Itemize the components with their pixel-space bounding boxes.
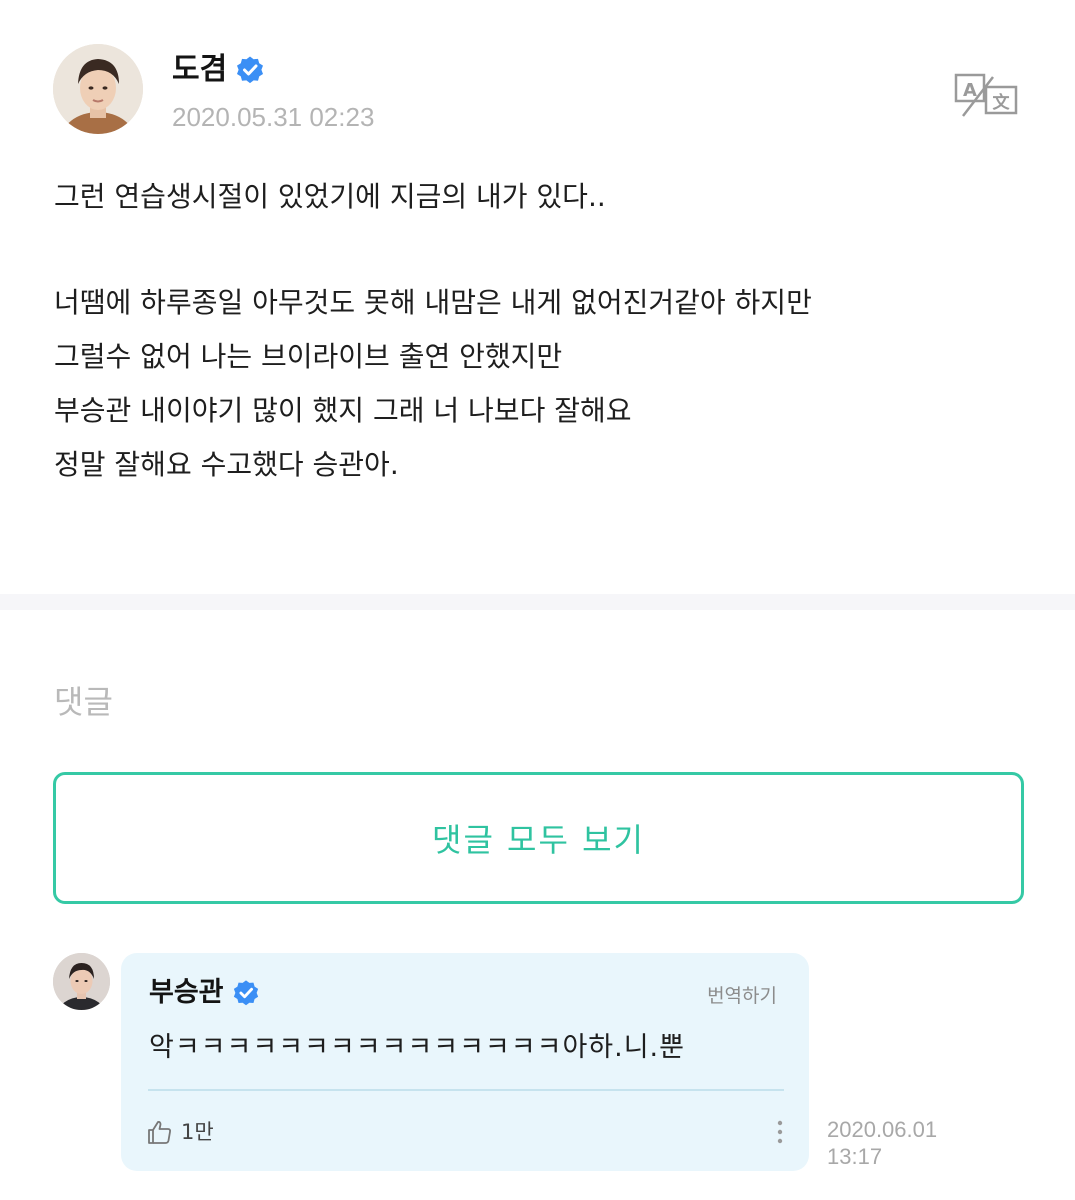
commenter-name-text: 부승관 <box>149 977 224 1008</box>
post-line: 그런 연습생시절이 있었기에 지금의 내가 있다.. <box>54 180 606 213</box>
author-name[interactable]: 도겸 <box>172 50 265 90</box>
post-line: 그럴수 없어 나는 브이라이브 출연 안했지만 <box>54 340 563 373</box>
section-divider <box>0 594 1075 610</box>
author-avatar[interactable] <box>53 44 143 134</box>
verified-badge-icon <box>237 56 264 84</box>
comment-translate-button[interactable]: 번역하기 <box>707 981 777 1008</box>
post-date: 2020.05.31 02:23 <box>172 102 375 132</box>
author-name-text: 도겸 <box>172 52 228 87</box>
translate-button[interactable]: A 文 <box>953 72 1019 118</box>
view-all-comments-button[interactable]: 댓글 모두 보기 <box>53 772 1024 904</box>
view-all-comments-label: 댓글 모두 보기 <box>432 821 645 859</box>
comment-card: 부승관 번역하기 악ㅋㅋㅋㅋㅋㅋㅋㅋㅋㅋㅋㅋㅋㅋㅋ아하.니.뿐 1만 <box>121 953 809 1171</box>
comment-timestamp: 2020.06.01 13:17 <box>827 1116 967 1170</box>
comment-date: 2020.06.01 <box>827 1117 938 1142</box>
post-content: 그런 연습생시절이 있었기에 지금의 내가 있다.. 너땜에 하루종일 아무것도… <box>54 170 1034 492</box>
post-line: 정말 잘해요 수고했다 승관아. <box>54 448 399 481</box>
post-line: 너땜에 하루종일 아무것도 못해 내맘은 내게 없어진거같아 하지만 <box>54 286 812 319</box>
svg-text:A: A <box>963 80 977 101</box>
commenter-name[interactable]: 부승관 <box>149 973 260 1013</box>
like-button[interactable]: 1만 <box>147 1117 214 1147</box>
comment-divider <box>148 1089 784 1091</box>
svg-text:文: 文 <box>993 92 1011 113</box>
comments-heading: 댓글 <box>54 683 113 721</box>
translate-icon: A 文 <box>954 73 1018 117</box>
post-line: 부승관 내이야기 많이 했지 그래 너 나보다 잘해요 <box>54 394 632 427</box>
thumbs-up-icon <box>148 1121 171 1144</box>
comment-text: 악ㅋㅋㅋㅋㅋㅋㅋㅋㅋㅋㅋㅋㅋㅋㅋ아하.니.뿐 <box>149 1032 685 1063</box>
like-count: 1만 <box>181 1120 214 1144</box>
comment-time: 13:17 <box>827 1144 883 1169</box>
commenter-avatar[interactable] <box>53 953 110 1010</box>
comment-more-button[interactable] <box>772 1119 788 1147</box>
verified-badge-icon <box>233 980 258 1006</box>
more-vertical-icon <box>777 1120 783 1144</box>
post-detail-page: 도겸 2020.05.31 02:23 A 文 그런 연습생시절이 있었기에 지… <box>0 0 1075 1200</box>
